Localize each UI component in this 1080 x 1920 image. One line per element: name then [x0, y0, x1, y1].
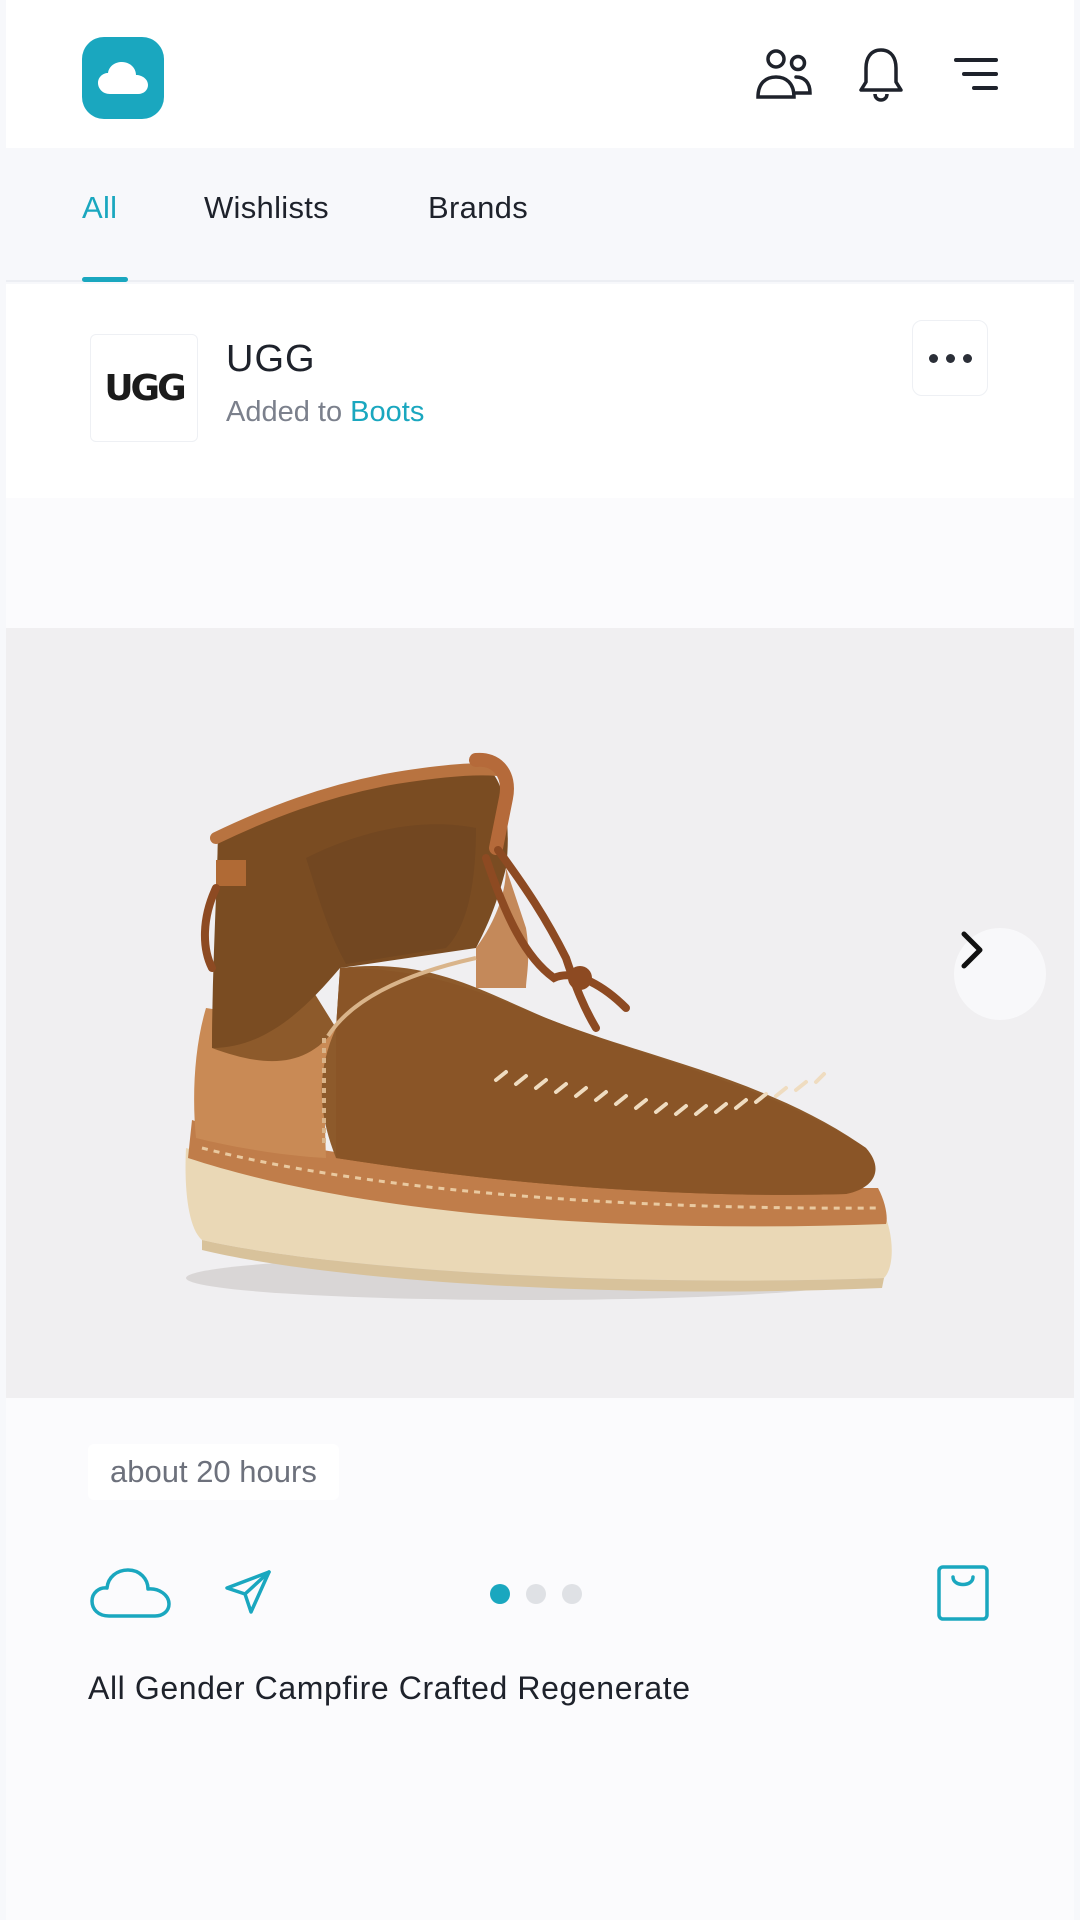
carousel-dot[interactable] [526, 1584, 546, 1604]
app-logo-cloud-icon[interactable] [82, 37, 164, 119]
post-meta: about 20 hours [6, 1398, 1074, 1530]
carousel-dot[interactable] [490, 1584, 510, 1604]
shopping-bag-icon[interactable] [930, 1556, 996, 1628]
carousel-indicator [490, 1584, 582, 1604]
people-icon[interactable] [752, 44, 816, 104]
bell-icon[interactable] [849, 44, 913, 104]
feed-tabs: All Wishlists Brands [6, 148, 1074, 282]
active-tab-indicator [82, 277, 128, 282]
timestamp-badge: about 20 hours [88, 1444, 339, 1500]
next-image-button[interactable] [954, 928, 1046, 1020]
tab-all[interactable]: All [82, 190, 117, 226]
brand-name[interactable]: UGG [226, 338, 316, 381]
wishlist-link[interactable]: Boots [350, 396, 424, 428]
post-header: UGG UGG Added to Boots [6, 284, 1074, 498]
post-actions: All Gender Campfire Crafted Regenerate [6, 1530, 1074, 1920]
carousel-dot[interactable] [562, 1584, 582, 1604]
chevron-right-icon [961, 931, 983, 969]
spacer [6, 498, 1074, 628]
app-frame: All Wishlists Brands UGG UGG Added to Bo… [6, 0, 1074, 1920]
product-title[interactable]: All Gender Campfire Crafted Regenerate [88, 1670, 691, 1707]
filter-icon[interactable] [944, 44, 1008, 104]
ellipsis-icon [928, 353, 938, 363]
added-to-prefix: Added to [226, 396, 343, 428]
more-options-button[interactable] [912, 320, 988, 396]
product-image[interactable] [6, 628, 1074, 1398]
added-to-text: Added to Boots [226, 396, 424, 429]
send-icon[interactable] [218, 1560, 278, 1624]
cloud-outline-icon[interactable] [88, 1558, 174, 1628]
tab-wishlists[interactable]: Wishlists [204, 190, 329, 226]
top-bar [6, 0, 1074, 148]
brand-logo[interactable]: UGG [90, 334, 198, 442]
tab-brands[interactable]: Brands [428, 190, 528, 226]
boot-image [185, 752, 892, 1300]
